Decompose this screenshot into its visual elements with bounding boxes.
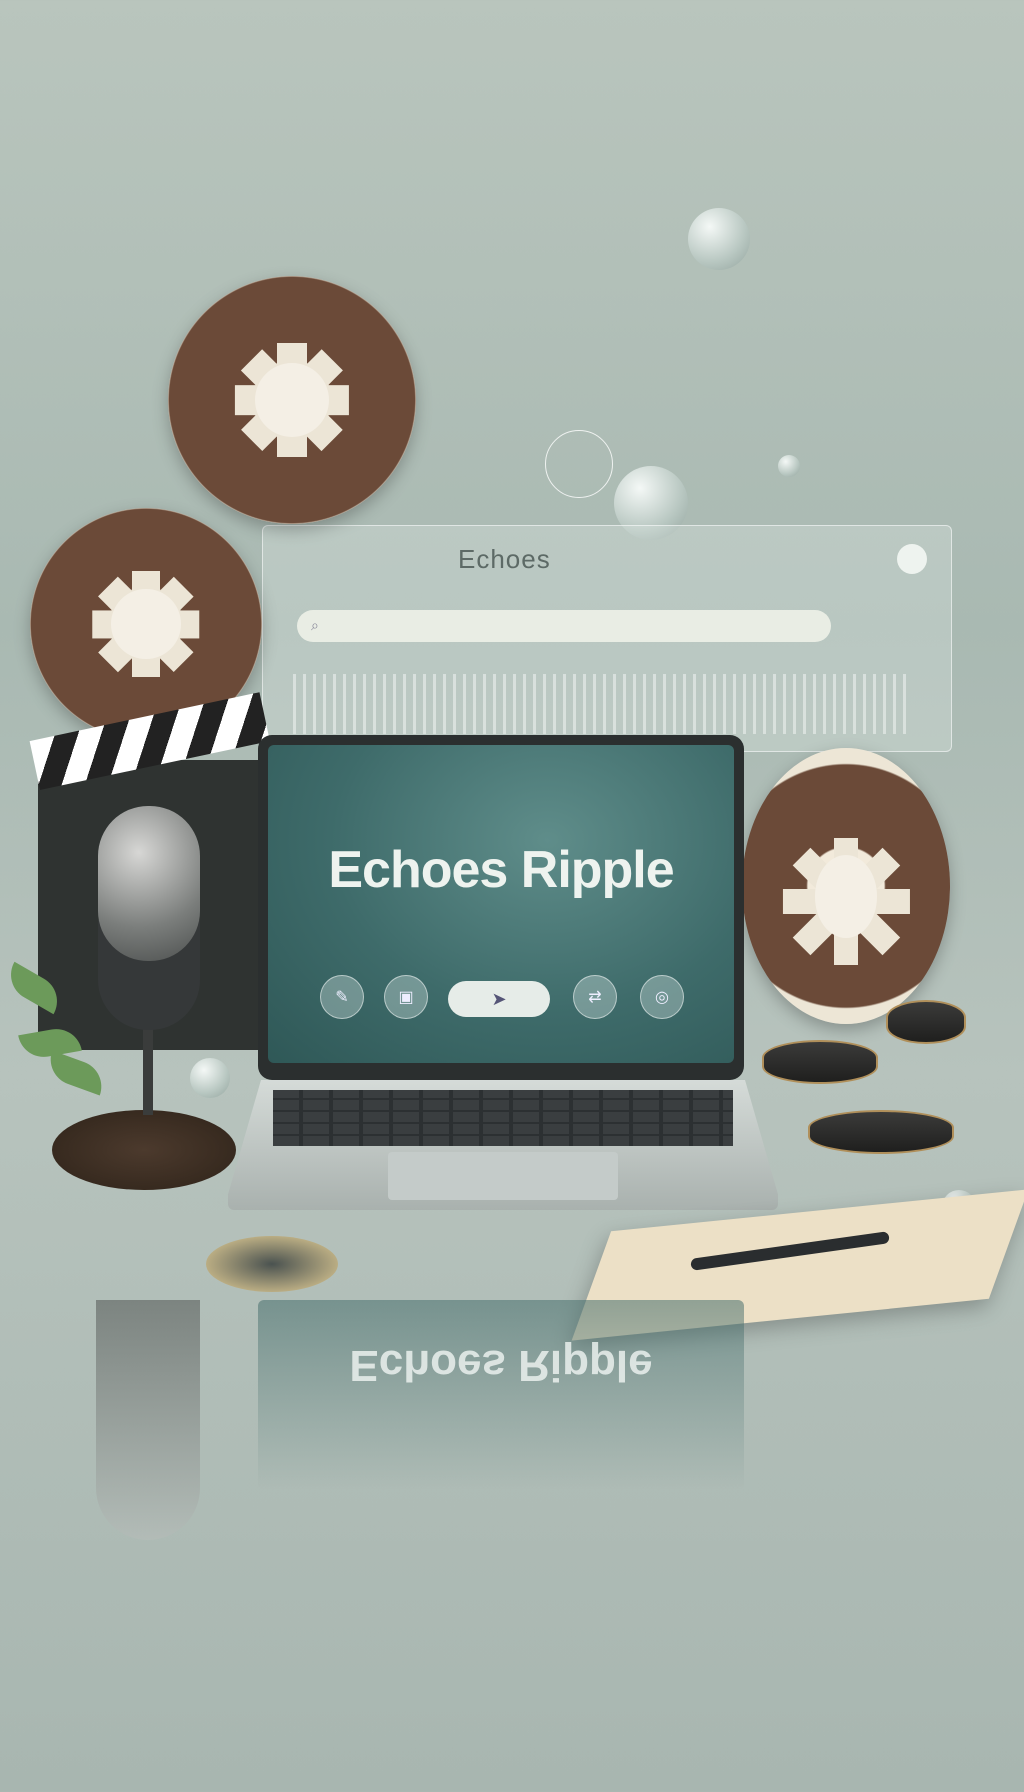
microphone-reflection: [96, 1300, 200, 1540]
browser-panel: Echoes ⌕: [262, 525, 952, 752]
panel-title: Echoes: [458, 544, 551, 574]
laptop-screen: Echoes Ripple ✎ ▣ ➤ ⇄ ◎: [268, 745, 734, 1063]
microphone-stand: [143, 1025, 153, 1115]
workspace-scene: Echoes ⌕ Echoes Ripple ✎ ▣ ➤ ⇄ ◎ Echoes …: [0, 0, 1024, 1792]
screen-button-1[interactable]: ✎: [320, 975, 364, 1019]
film-reel-icon: [742, 748, 950, 1024]
screen-reflection: Echoes Ripple: [258, 1300, 744, 1490]
reflection-title: Echoes Ripple: [349, 1341, 653, 1390]
laptop-base: [228, 1080, 778, 1210]
panel-avatar-icon[interactable]: [897, 544, 927, 574]
screen-button-4[interactable]: ◎: [640, 975, 684, 1019]
laptop-trackpad[interactable]: [388, 1152, 618, 1200]
panel-search-bar[interactable]: ⌕: [297, 610, 831, 642]
film-reel-icon: [168, 276, 416, 524]
panel-waveform: [293, 674, 913, 734]
film-canister: [808, 1110, 954, 1154]
film-canister: [762, 1040, 878, 1084]
wire-sphere-icon: [545, 430, 613, 498]
coin-icon: [206, 1236, 338, 1292]
leaf-icon: [43, 1050, 109, 1096]
screen-button-3[interactable]: ⇄: [573, 975, 617, 1019]
screen-title: Echoes Ripple: [328, 841, 674, 899]
floating-sphere: [688, 208, 750, 270]
screen-button-2[interactable]: ▣: [384, 975, 428, 1019]
panel-nav: Echoes: [263, 526, 951, 586]
small-sphere: [190, 1058, 230, 1098]
microphone-icon: [98, 806, 200, 961]
search-icon: ⌕: [311, 617, 319, 633]
microphone-base: [52, 1110, 236, 1190]
film-canister: [886, 1000, 966, 1044]
laptop-screen-bezel: Echoes Ripple ✎ ▣ ➤ ⇄ ◎: [258, 735, 744, 1080]
laptop-keyboard[interactable]: [273, 1090, 733, 1146]
floating-sphere: [778, 455, 800, 477]
screen-primary-button[interactable]: ➤: [448, 981, 550, 1017]
